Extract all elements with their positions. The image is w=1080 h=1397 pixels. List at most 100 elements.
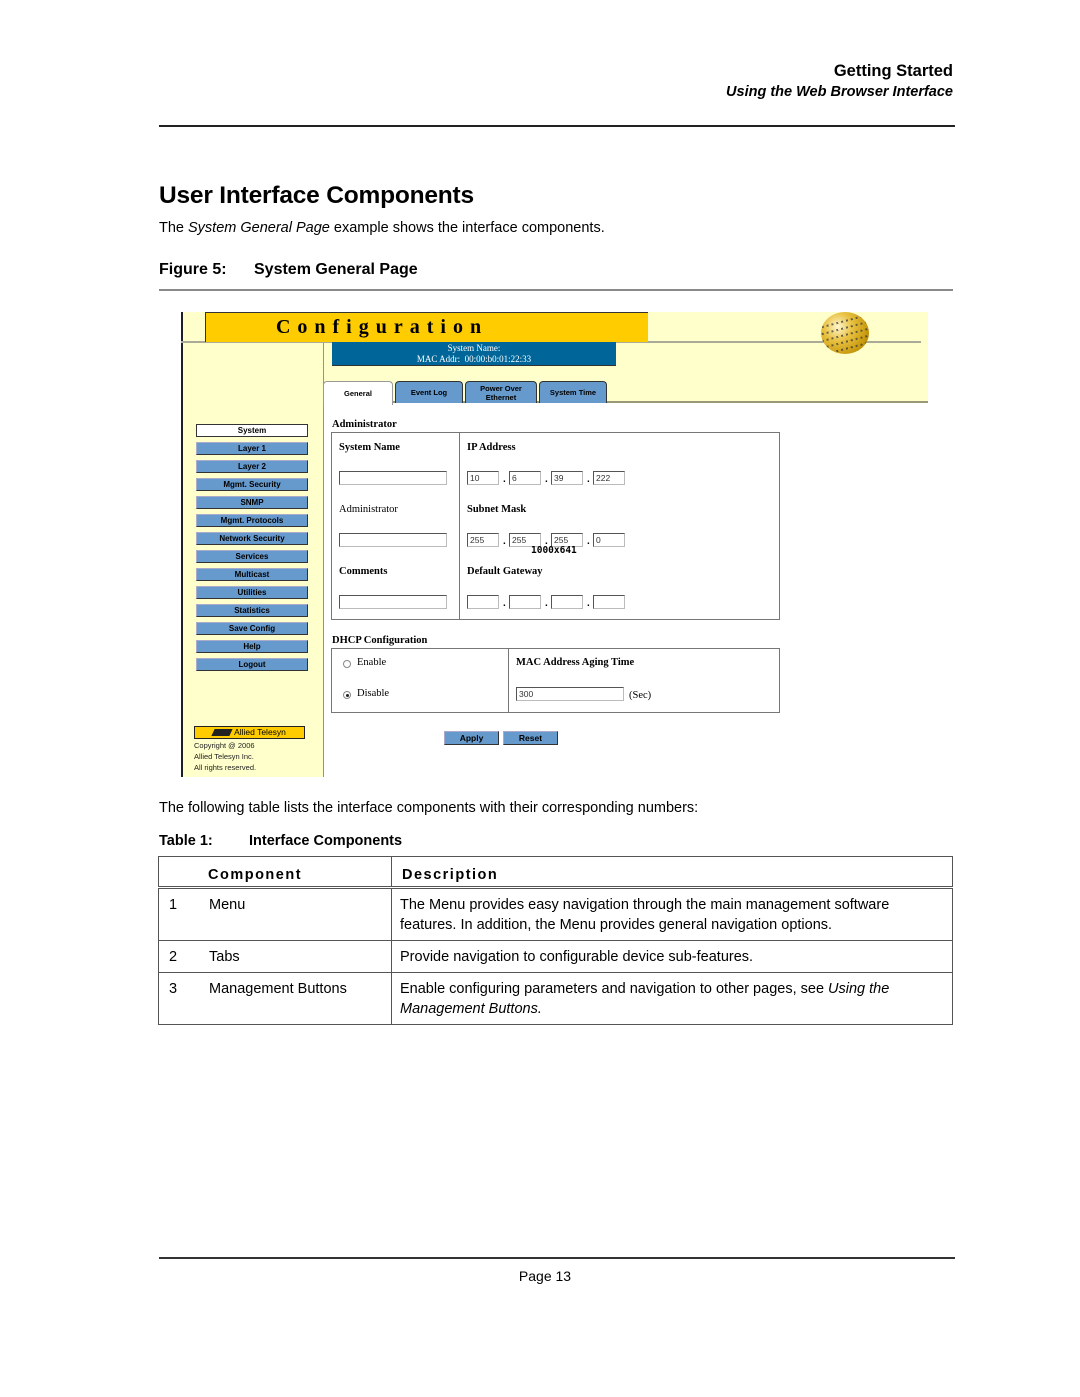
subnet-octet-4-input[interactable]: 0 — [593, 533, 625, 547]
octet-separator: . — [503, 474, 506, 485]
menu-item-system[interactable]: System — [196, 424, 308, 437]
copyright-line: Allied Telesyn Inc. — [194, 752, 254, 761]
brand-name: Allied Telesyn — [234, 727, 286, 737]
dhcp-enable-radio[interactable] — [343, 660, 351, 668]
component-cell: 1 Menu — [158, 887, 392, 941]
menu-item-help[interactable]: Help — [196, 640, 308, 653]
subnet-mask-label: Subnet Mask — [467, 504, 527, 515]
running-header-chapter: Getting Started — [833, 62, 953, 80]
header-divider — [159, 125, 955, 127]
gateway-octet-2-input[interactable] — [509, 595, 541, 609]
resolution-overlay: 1000x641 — [531, 545, 577, 556]
table-number: Table 1: — [159, 833, 213, 849]
menu-item-utilities[interactable]: Utilities — [196, 586, 308, 599]
component-cell: 3 Management Buttons — [158, 972, 392, 1025]
gateway-octet-4-input[interactable] — [593, 595, 625, 609]
main-menu: System Layer 1 Layer 2 Mgmt. Security SN… — [196, 424, 308, 676]
menu-item-mgmt-security[interactable]: Mgmt. Security — [196, 478, 308, 491]
menu-item-layer-2[interactable]: Layer 2 — [196, 460, 308, 473]
dhcp-enable-label: Enable — [357, 657, 387, 668]
menu-item-mgmt-protocols[interactable]: Mgmt. Protocols — [196, 514, 308, 527]
table-row: 1 Menu The Menu provides easy navigation … — [158, 887, 953, 941]
page-heading: User Interface Components — [159, 182, 474, 209]
administrator-section-title: Administrator — [332, 419, 397, 430]
component-number: 1 — [169, 897, 178, 913]
menu-item-layer-1[interactable]: Layer 1 — [196, 442, 308, 455]
description-text: Provide navigation to configurable devic… — [400, 949, 754, 965]
subnet-octet-1-input[interactable]: 255 — [467, 533, 499, 547]
comments-input[interactable] — [339, 595, 447, 609]
octet-separator: . — [587, 598, 590, 609]
ip-octet-4-input[interactable]: 222 — [593, 471, 625, 485]
system-general-screenshot: Configuration System Name: MAC Addr: 00:… — [181, 312, 928, 777]
tab-power-over-ethernet[interactable]: Power Over Ethernet — [465, 381, 537, 403]
menu-item-statistics[interactable]: Statistics — [196, 604, 308, 617]
component-name: Tabs — [209, 949, 240, 965]
comments-label: Comments — [339, 566, 388, 577]
mac-aging-label: MAC Address Aging Time — [516, 657, 635, 668]
tab-system-time[interactable]: System Time — [539, 381, 607, 403]
system-name-input[interactable] — [339, 471, 447, 485]
column-header-description: Description — [391, 856, 953, 889]
system-info-box: System Name: MAC Addr: 00:00:b0:01:22:33 — [332, 342, 616, 366]
octet-separator: . — [545, 474, 548, 485]
administrator-label: Administrator — [339, 504, 398, 515]
octet-separator: . — [503, 536, 506, 547]
menu-item-snmp[interactable]: SNMP — [196, 496, 308, 509]
mac-label: MAC Addr: — [416, 354, 461, 364]
intro-paragraph: The System General Page example shows th… — [159, 220, 605, 236]
description-cell: Enable configuring parameters and naviga… — [391, 972, 953, 1025]
description-text: The Menu provides easy navigation throug… — [400, 897, 890, 933]
menu-item-services[interactable]: Services — [196, 550, 308, 563]
figure-number: Figure 5: — [159, 261, 227, 278]
menu-item-network-security[interactable]: Network Security — [196, 532, 308, 545]
default-gateway-label: Default Gateway — [467, 566, 543, 577]
system-name-label: System Name: — [447, 343, 501, 353]
tab-general[interactable]: General — [323, 381, 393, 405]
administrator-panel — [331, 432, 780, 620]
table-title: Interface Components — [249, 833, 403, 849]
dhcp-disable-label: Disable — [357, 688, 390, 699]
globe-logo-icon — [821, 312, 869, 354]
copyright-line: All rights reserved. — [194, 763, 257, 772]
footer-divider — [159, 1257, 955, 1259]
octet-separator: . — [587, 536, 590, 547]
column-header-component: Component — [158, 856, 392, 889]
description-text: Enable configuring parameters and naviga… — [400, 981, 829, 997]
menu-item-logout[interactable]: Logout — [196, 658, 308, 671]
component-number: 3 — [169, 981, 178, 997]
running-header-section: Using the Web Browser Interface — [726, 84, 953, 100]
configuration-title: Configuration — [275, 316, 489, 338]
table-row: 2 Tabs Provide navigation to configurable… — [158, 940, 953, 973]
intro-italic-ref: System General Page — [188, 220, 330, 236]
component-name: Management Buttons — [209, 981, 347, 997]
table-header-row: Component Description — [158, 856, 953, 889]
gateway-octet-1-input[interactable] — [467, 595, 499, 609]
component-name: Menu — [209, 897, 246, 913]
figure-divider — [159, 289, 953, 291]
figure-caption: Figure 5: System General Page — [159, 261, 418, 279]
component-cell: 2 Tabs — [158, 940, 392, 973]
copyright-line: Copyright @ 2006 — [194, 741, 255, 750]
table-caption: Table 1: Interface Components — [159, 833, 402, 849]
mac-aging-input[interactable]: 300 — [516, 687, 624, 701]
ip-octet-1-input[interactable]: 10 — [467, 471, 499, 485]
gateway-octet-3-input[interactable] — [551, 595, 583, 609]
dhcp-disable-radio[interactable] — [343, 691, 351, 699]
apply-button[interactable]: Apply — [444, 731, 499, 745]
octet-separator: . — [587, 474, 590, 485]
ip-address-label: IP Address — [467, 442, 516, 453]
table-intro-paragraph: The following table lists the interface … — [159, 800, 699, 816]
ip-octet-3-input[interactable]: 39 — [551, 471, 583, 485]
description-cell: The Menu provides easy navigation throug… — [391, 887, 953, 941]
tab-bar: General Event Log Power Over Ethernet Sy… — [323, 380, 609, 405]
reset-button[interactable]: Reset — [503, 731, 558, 745]
menu-item-multicast[interactable]: Multicast — [196, 568, 308, 581]
octet-separator: . — [545, 598, 548, 609]
tab-event-log[interactable]: Event Log — [395, 381, 463, 403]
menu-item-save-config[interactable]: Save Config — [196, 622, 308, 635]
ip-octet-2-input[interactable]: 6 — [509, 471, 541, 485]
administrator-input[interactable] — [339, 533, 447, 547]
intro-text-end: example shows the interface components. — [329, 220, 605, 236]
panel-divider — [508, 649, 509, 712]
